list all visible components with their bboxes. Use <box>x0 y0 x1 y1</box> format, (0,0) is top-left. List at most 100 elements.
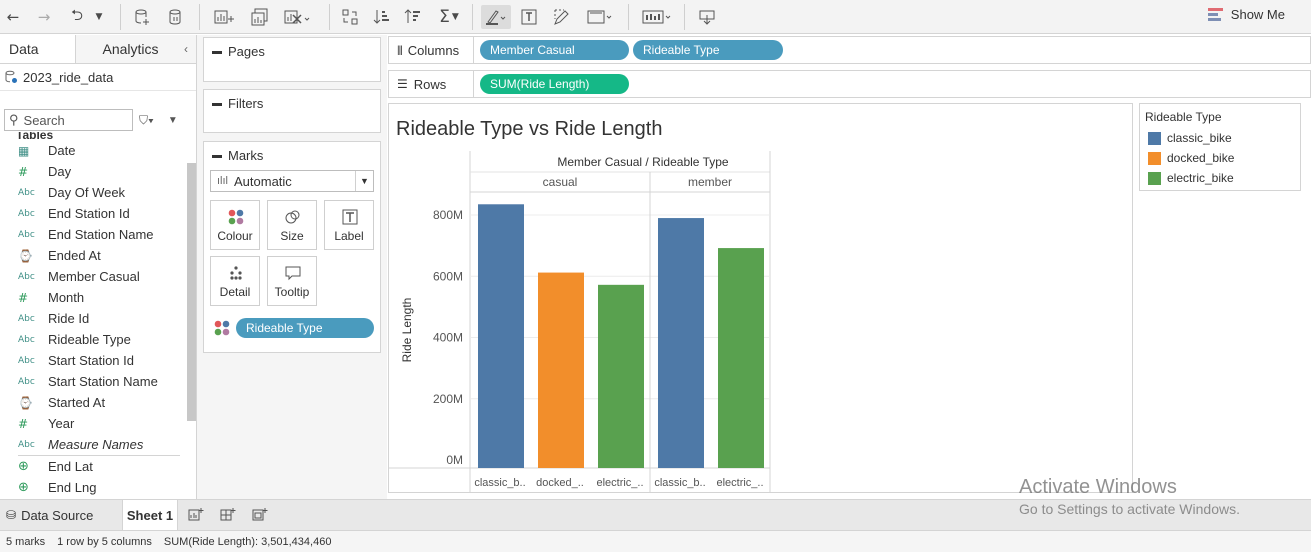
string-icon: Abc <box>18 187 35 198</box>
field-name: Member Casual <box>48 269 140 284</box>
string-icon: Abc <box>18 271 35 282</box>
colour-field-icon <box>214 320 230 336</box>
column-pill-rideable-type[interactable]: Rideable Type <box>633 40 783 60</box>
field-item[interactable]: Abc Start Station Name <box>0 371 186 392</box>
activation-watermark: Activate Windows Go to Settings to activ… <box>1019 476 1240 517</box>
size-label: Size <box>280 229 304 243</box>
rows-icon: ☰ <box>397 77 408 91</box>
sort-descending-icon[interactable] <box>402 5 424 29</box>
globe-icon: ⊕ <box>18 459 29 474</box>
x-tick-label: classic_b.. <box>654 477 705 489</box>
field-name: Date <box>48 143 76 158</box>
field-item[interactable]: # Month <box>0 287 186 308</box>
field-item[interactable]: Abc End Station Id <box>0 203 186 224</box>
marks-card: ▬ Marks ılıl Automatic ▼ Colour Size Labe… <box>203 141 381 353</box>
y-tick-label: 800M <box>433 208 463 222</box>
pane-menu-icon[interactable]: ▼ <box>168 115 178 126</box>
totals-icon[interactable]: Σ ▼ <box>436 5 462 29</box>
pen-icon[interactable] <box>551 5 573 29</box>
clear-sheet-icon[interactable] <box>282 5 314 29</box>
field-item[interactable]: ⌚ Started At <box>0 392 186 413</box>
string-icon: Abc <box>18 313 35 324</box>
new-worksheet-icon[interactable] <box>188 500 204 530</box>
detail-button[interactable]: Detail <box>210 256 260 306</box>
new-datasource-icon[interactable] <box>131 5 155 29</box>
collapse-pane-icon[interactable]: ‹ <box>176 35 196 63</box>
share-icon[interactable] <box>696 5 718 29</box>
field-item[interactable]: Abc Member Casual <box>0 266 186 287</box>
show-labels-icon[interactable] <box>518 5 540 29</box>
colour-button[interactable]: Colour <box>210 200 260 250</box>
pages-card[interactable]: ▬ Pages <box>203 37 381 82</box>
field-item[interactable]: ⌚ Ended At <box>0 245 186 266</box>
toolbar-divider <box>684 4 685 30</box>
collapse-icon[interactable]: ▬ <box>212 150 222 161</box>
colour-pill[interactable]: Rideable Type <box>236 318 374 338</box>
field-item[interactable]: # Day <box>0 161 186 182</box>
field-item[interactable]: Abc Rideable Type <box>0 329 186 350</box>
field-item[interactable]: Abc Start Station Id <box>0 350 186 371</box>
status-sum: SUM(Ride Length): 3,501,434,460 <box>163 535 332 548</box>
legend-item-electric-bike[interactable]: electric_bike <box>1148 171 1234 185</box>
string-icon: Abc <box>18 439 35 450</box>
field-item[interactable]: Abc Measure Names <box>0 434 186 455</box>
show-me-button[interactable]: Show Me <box>1207 7 1285 22</box>
legend-swatch <box>1148 131 1161 145</box>
pause-updates-icon[interactable] <box>164 5 188 29</box>
tab-sheet-1[interactable]: Sheet 1 <box>122 500 178 530</box>
label-button[interactable]: Label <box>324 200 374 250</box>
field-name: Start Station Name <box>48 374 158 389</box>
forward-arrow-icon[interactable]: → <box>34 5 54 29</box>
field-item[interactable]: ⊕ End Lng <box>0 477 186 498</box>
legend-item-classic-bike[interactable]: classic_bike <box>1148 131 1232 145</box>
toolbar-divider <box>120 4 121 30</box>
field-list-scrollbar[interactable] <box>187 163 196 421</box>
field-item[interactable]: Abc End Station Name <box>0 224 186 245</box>
collapse-icon[interactable]: ▬ <box>212 98 222 109</box>
field-item[interactable]: # Year <box>0 413 186 434</box>
field-item[interactable]: Abc Day Of Week <box>0 182 186 203</box>
new-story-icon[interactable] <box>252 500 268 530</box>
rows-shelf[interactable]: ☰ Rows SUM(Ride Length) <box>388 70 1311 98</box>
cards-area: ▬ Pages ▬ Filters ▬ Marks ılıl Automatic ▼ … <box>197 35 387 499</box>
sort-ascending-icon[interactable] <box>371 5 393 29</box>
filter-icon[interactable]: ⛉▾ <box>139 113 154 128</box>
colour-icon <box>228 209 244 225</box>
tab-data-source[interactable]: ⛁ Data Source <box>6 500 93 530</box>
field-item[interactable]: ▦ Date <box>0 140 186 161</box>
tab-analytics[interactable]: Analytics <box>76 35 176 63</box>
fit-icon[interactable] <box>584 5 616 29</box>
pane-header-member: member <box>688 175 732 189</box>
legend-item-docked-bike[interactable]: docked_bike <box>1148 151 1234 165</box>
size-button[interactable]: Size <box>267 200 317 250</box>
present-icon[interactable] <box>640 5 674 29</box>
rows-label: Rows <box>413 76 447 92</box>
mark-type-select[interactable]: ılıl Automatic ▼ <box>210 170 374 192</box>
new-worksheet-icon[interactable] <box>212 5 238 29</box>
filters-card[interactable]: ▬ Filters <box>203 89 381 133</box>
color-legend[interactable]: Rideable Type classic_bike docked_bike e… <box>1139 103 1301 191</box>
field-item[interactable]: Abc Ride Id <box>0 308 186 329</box>
legend-label: electric_bike <box>1167 171 1234 185</box>
field-item[interactable]: ⊕ End Lat <box>0 456 186 477</box>
collapse-icon[interactable]: ▬ <box>212 46 222 57</box>
field-name: End Station Name <box>48 227 154 242</box>
swap-rows-columns-icon[interactable] <box>339 5 361 29</box>
duplicate-sheet-icon[interactable] <box>249 5 273 29</box>
column-pill-member-casual[interactable]: Member Casual <box>480 40 629 60</box>
search-input[interactable]: ⚲ Search <box>4 109 133 131</box>
datasource-item[interactable]: 2023_ride_data <box>0 64 196 91</box>
row-pill-sum-ride-length[interactable]: SUM(Ride Length) <box>480 74 629 94</box>
back-arrow-icon[interactable]: ← <box>3 5 23 29</box>
y-axis-label: Ride Length <box>400 298 414 363</box>
redo-icon[interactable]: ⮌ <box>66 5 88 29</box>
tooltip-button[interactable]: Tooltip <box>267 256 317 306</box>
field-name: Ended At <box>48 248 101 263</box>
columns-shelf[interactable]: ||| Columns Member Casual Rideable Type <box>388 36 1311 64</box>
highlight-icon[interactable] <box>481 5 511 29</box>
new-dashboard-icon[interactable] <box>220 500 236 530</box>
tab-data[interactable]: Data <box>0 35 76 63</box>
bar-member-electric_bike <box>718 248 764 468</box>
dropdown-icon[interactable]: ▼ <box>92 5 106 29</box>
bar-member-classic_bike <box>658 218 704 468</box>
